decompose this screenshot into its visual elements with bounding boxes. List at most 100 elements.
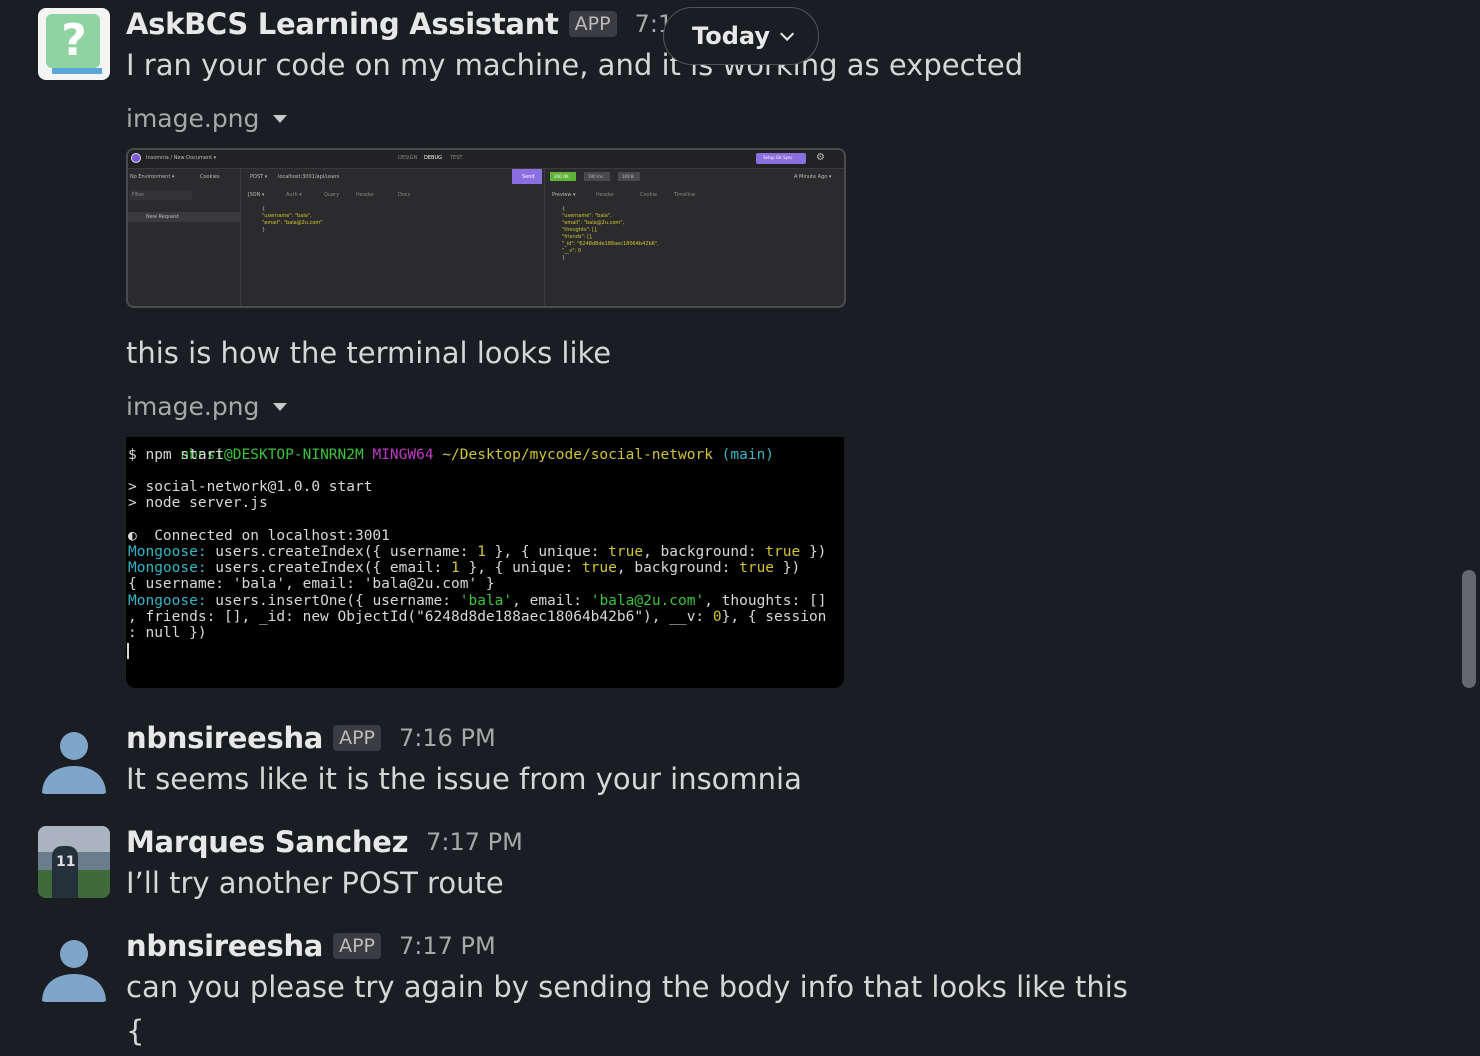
- insomnia-res-tab: Header: [596, 192, 615, 198]
- chevron-down-icon[interactable]: [273, 114, 288, 123]
- insomnia-cookies: Cookies: [200, 174, 220, 180]
- message-nbnsireesha-2: nbnsireesha APP 7:17 PM can you please t…: [0, 908, 1440, 1056]
- terminal-segment: , thoughts: []: [704, 593, 827, 609]
- terminal-segment: 1: [451, 560, 460, 576]
- app-badge: APP: [333, 725, 381, 751]
- terminal-segment: users.createIndex({ username:: [206, 544, 478, 560]
- insomnia-req-body-line: }: [262, 227, 266, 233]
- insomnia-request-item: New Request: [146, 214, 179, 220]
- insomnia-url: localhost:3001/api/users: [278, 174, 340, 180]
- author-name[interactable]: nbnsireesha: [126, 721, 323, 755]
- insomnia-req-tab: Auth ▾: [286, 192, 302, 198]
- attachment-filename[interactable]: image.png: [126, 104, 259, 133]
- insomnia-logo-icon: [131, 153, 141, 163]
- terminal-segment: 'bala@2u.com': [590, 593, 705, 609]
- terminal-line: Mongoose: users.createIndex({ email: 1 }…: [128, 560, 800, 576]
- terminal-cursor: [127, 643, 129, 659]
- terminal-segment: }): [774, 560, 801, 576]
- author-name[interactable]: Marques Sanchez: [126, 825, 408, 859]
- message-marques: 11 Marques Sanchez 7:17 PM I’ll try anot…: [0, 804, 1440, 908]
- git-sync-label: Setup Git Sync: [763, 155, 793, 160]
- insomnia-filter: Filter: [132, 192, 145, 198]
- insomnia-req-tab: JSON ▾: [248, 192, 265, 198]
- insomnia-res-body-line: "email": "bala@2u.com",: [562, 220, 625, 226]
- terminal-prompt: nbnsi@DESKTOP-NINRN2M MINGW64 ~/Desktop/…: [128, 437, 774, 480]
- insomnia-req-tab: Docs: [398, 192, 411, 198]
- avatar[interactable]: ?: [38, 8, 110, 80]
- avatar-photo-number: 11: [56, 854, 76, 870]
- insomnia-tab-test: TEST: [450, 155, 463, 161]
- terminal-segment: users.createIndex({ email:: [206, 560, 452, 576]
- terminal-segment: , background:: [643, 544, 766, 560]
- insomnia-titlebar: Insomnia / New Document ▾ DESIGN DEBUG T…: [128, 150, 844, 169]
- duration-text: 190 ms: [588, 174, 603, 179]
- size-text: 109 B: [622, 174, 634, 179]
- insomnia-req-body-line: "email": "bala@2u.com": [262, 220, 323, 226]
- prompt-branch: (main): [721, 447, 775, 464]
- avatar[interactable]: [38, 722, 110, 794]
- insomnia-res-body-line: "friends": [],: [562, 234, 593, 240]
- terminal-line: Mongoose: users.insertOne({ username: 'b…: [128, 593, 826, 609]
- author-name[interactable]: nbnsireesha: [126, 929, 323, 963]
- insomnia-res-body-line: }: [562, 255, 566, 261]
- question-mark-icon: ?: [61, 15, 87, 66]
- mongoose-label: Mongoose:: [128, 544, 207, 560]
- insomnia-screenshot[interactable]: Insomnia / New Document ▾ DESIGN DEBUG T…: [126, 148, 846, 308]
- terminal-segment: }, { session: [721, 609, 827, 625]
- insomnia-request-pane: POST ▾ localhost:3001/api/users Send JSO…: [240, 168, 545, 306]
- chevron-down-icon[interactable]: [273, 402, 288, 411]
- terminal-line: > node server.js: [128, 495, 268, 511]
- scrollbar[interactable]: [1462, 570, 1476, 688]
- insomnia-environment: No Environment ▾: [130, 174, 175, 180]
- terminal-line: { username: 'bala', email: 'bala@2u.com'…: [128, 576, 495, 592]
- terminal-segment: true: [608, 544, 644, 560]
- message-text-2: this is how the terminal looks like: [126, 336, 612, 370]
- message-text-2: {: [126, 1014, 145, 1048]
- insomnia-res-tab: Preview ▾: [552, 192, 576, 198]
- timestamp[interactable]: 7:16 PM: [399, 724, 496, 752]
- insomnia-response-pane: 200 OK 190 ms 109 B A Minute Ago ▾ Previ…: [544, 168, 844, 306]
- insomnia-res-tab: Cookie: [640, 192, 657, 198]
- mongoose-label: Mongoose:: [128, 593, 207, 609]
- insomnia-tab-debug: DEBUG: [424, 155, 442, 161]
- insomnia-res-body-line: "_id": "6248d8de188aec18064b42b6",: [562, 241, 659, 247]
- terminal-segment: }, { unique:: [459, 560, 582, 576]
- terminal-segment: 'bala': [459, 593, 513, 609]
- message-text: I’ll try another POST route: [126, 866, 504, 900]
- avatar[interactable]: [38, 930, 110, 1002]
- date-divider-button[interactable]: Today: [663, 7, 819, 65]
- insomnia-tab-design: DESIGN: [398, 155, 418, 161]
- terminal-segment: true: [581, 560, 617, 576]
- insomnia-res-body-line: "username": "bala",: [562, 213, 612, 219]
- message-text: can you please try again by sending the …: [126, 970, 1128, 1004]
- prompt-path: ~/Desktop/mycode/social-network: [442, 447, 713, 464]
- author-name[interactable]: AskBCS Learning Assistant: [126, 7, 559, 41]
- terminal-segment: 1: [477, 544, 486, 560]
- insomnia-res-tab: Timeline: [674, 192, 696, 198]
- terminal-segment: }): [800, 544, 827, 560]
- insomnia-req-tab: Header: [356, 192, 375, 198]
- timestamp[interactable]: 7:17 PM: [399, 932, 496, 960]
- insomnia-res-body-line: "thoughts": [],: [562, 227, 598, 233]
- terminal-screenshot[interactable]: nbnsi@DESKTOP-NINRN2M MINGW64 ~/Desktop/…: [126, 437, 844, 688]
- insomnia-req-tab: Query: [324, 192, 340, 198]
- insomnia-res-body-line: "__v": 0: [562, 248, 582, 254]
- attachment-label[interactable]: image.png: [126, 392, 288, 421]
- insomnia-method: POST ▾: [250, 174, 268, 180]
- default-user-icon: [42, 940, 106, 1002]
- message-text: I ran your code on my machine, and it is…: [126, 48, 1024, 82]
- attachment-label[interactable]: image.png: [126, 104, 288, 133]
- prompt-env: MINGW64: [372, 447, 434, 464]
- icon-shadow: [52, 68, 102, 74]
- avatar[interactable]: 11: [38, 826, 110, 898]
- terminal-segment: 0: [712, 609, 722, 625]
- terminal-segment: , email:: [512, 593, 591, 609]
- chevron-down-icon: [780, 26, 795, 41]
- response-time: A Minute Ago ▾: [794, 174, 832, 180]
- default-user-icon: [42, 732, 106, 794]
- terminal-segment: users.insertOne({ username:: [206, 593, 460, 609]
- gear-icon: ⚙: [816, 152, 825, 163]
- attachment-filename[interactable]: image.png: [126, 392, 259, 421]
- status-text: 200 OK: [554, 174, 569, 179]
- timestamp[interactable]: 7:17 PM: [426, 828, 523, 856]
